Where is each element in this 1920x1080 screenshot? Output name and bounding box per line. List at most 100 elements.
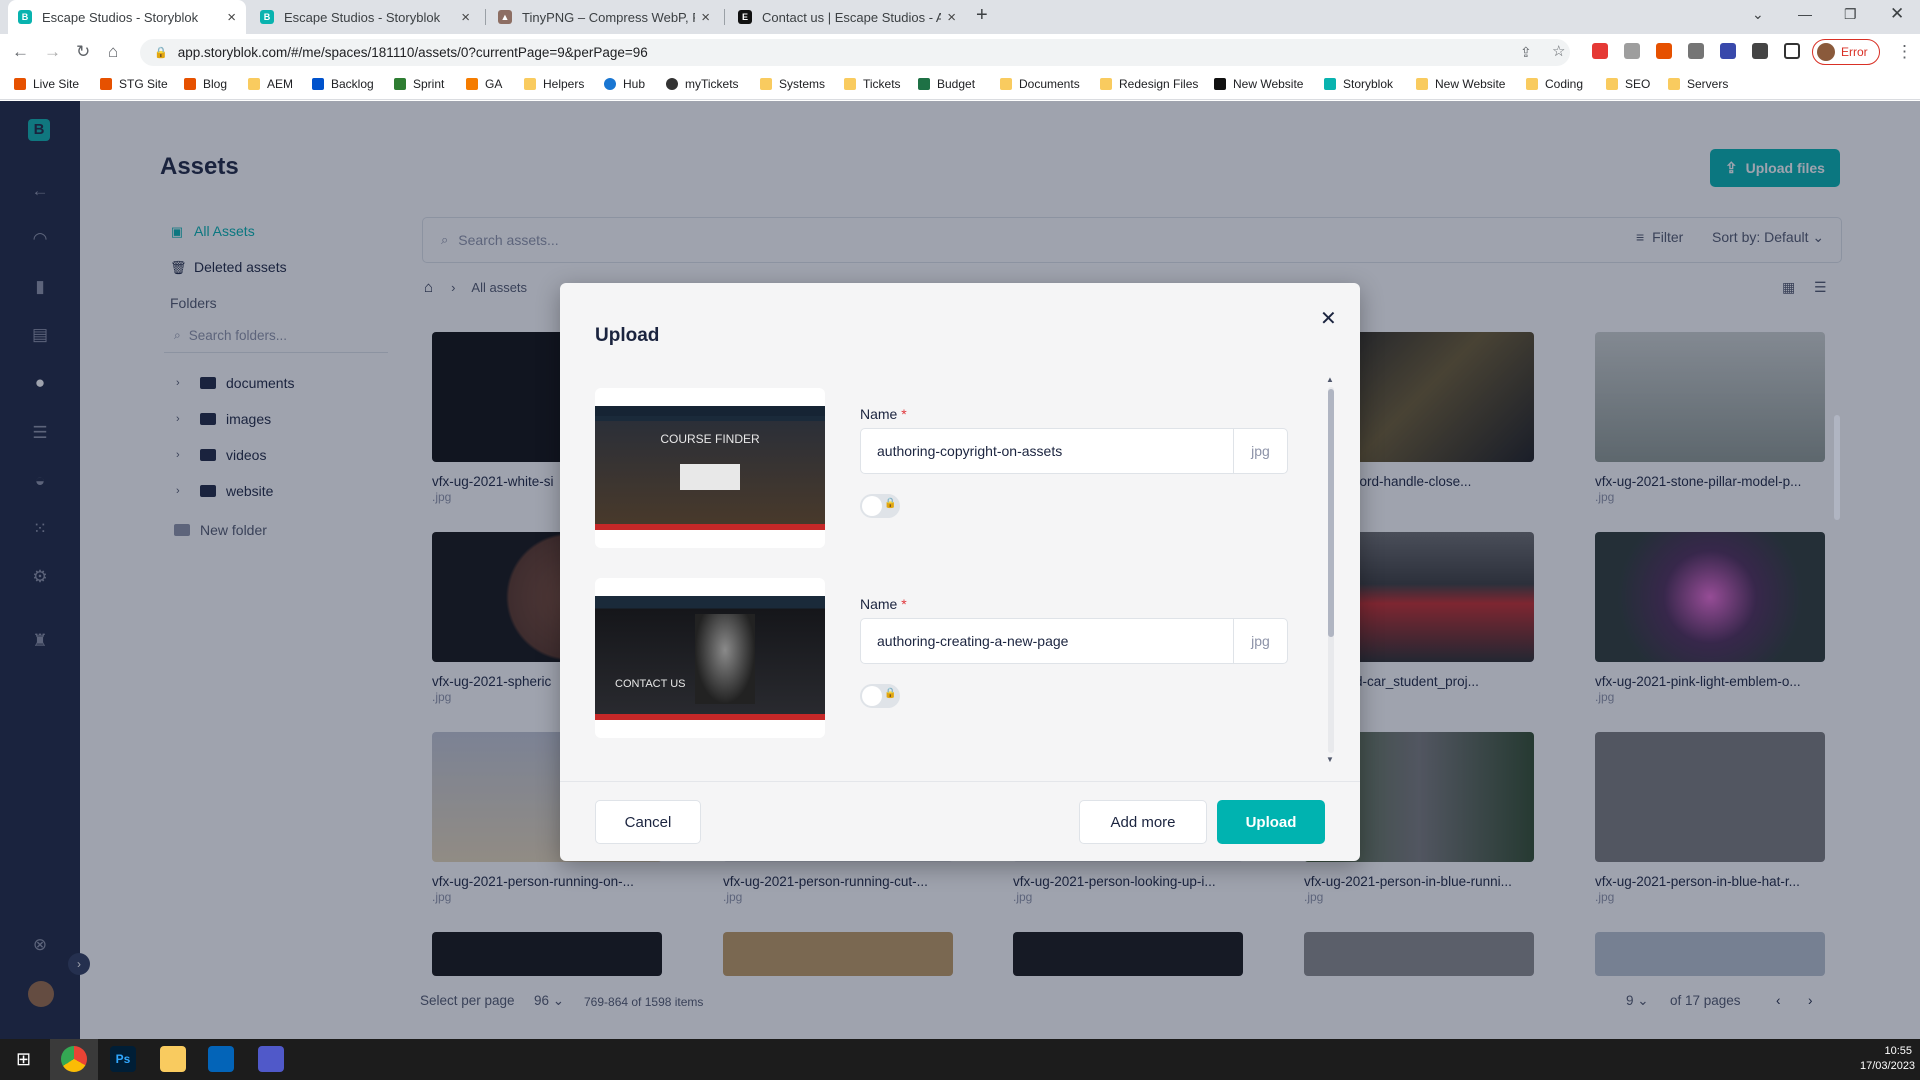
escape-favicon-icon: E <box>738 10 752 24</box>
taskbar: ⊞ Ps 10:55 17/03/2023 <box>0 1039 1920 1080</box>
tab-search-icon[interactable]: ⌄ <box>1752 6 1764 23</box>
browser-tab[interactable]: B Escape Studios - Storyblok × <box>8 0 246 34</box>
bookmark-folder[interactable]: Coding <box>1526 77 1583 91</box>
bookmark-folder[interactable]: Servers <box>1668 77 1728 91</box>
page-scrollbar[interactable] <box>1834 415 1840 520</box>
puzzle-extensions-icon[interactable] <box>1752 43 1768 59</box>
name-label: Name * <box>860 406 907 422</box>
bookmark-folder[interactable]: Tickets <box>844 77 901 91</box>
bookmark-folder[interactable]: Redesign Files <box>1100 77 1198 91</box>
bookmark[interactable]: GA <box>466 77 502 91</box>
reload-icon[interactable]: ↻ <box>76 42 90 62</box>
teams-icon[interactable] <box>258 1046 284 1072</box>
new-tab-button[interactable]: + <box>976 4 988 27</box>
lock-icon: 🔒 <box>884 498 897 509</box>
modal-scrollbar[interactable]: ▲ ▼ <box>1326 375 1336 765</box>
storyblok-favicon-icon: B <box>260 10 274 24</box>
preview-heading: COURSE FINDER <box>660 432 760 446</box>
upload-button[interactable]: Upload <box>1217 800 1325 844</box>
tinypng-favicon-icon: ▲ <box>498 10 512 24</box>
private-toggle[interactable]: 🔒 <box>860 684 900 708</box>
bookmark-star-icon[interactable]: ☆ <box>1552 42 1565 60</box>
cancel-button[interactable]: Cancel <box>595 800 701 844</box>
name-input[interactable]: authoring-creating-a-new-page jpg <box>860 618 1288 664</box>
file-extension: jpg <box>1233 429 1287 473</box>
add-more-button[interactable]: Add more <box>1079 800 1207 844</box>
camera-extension-icon[interactable] <box>1624 43 1640 59</box>
bookmark[interactable]: STG Site <box>100 77 168 91</box>
forward-icon[interactable]: → <box>44 42 61 62</box>
storyblok-favicon-icon: B <box>18 10 32 24</box>
extension-icon[interactable] <box>1592 43 1608 59</box>
scroll-down-icon: ▼ <box>1326 755 1334 764</box>
close-tab-icon[interactable]: × <box>227 9 236 26</box>
browser-tab[interactable]: ▲ TinyPNG – Compress WebP, PNG × <box>488 0 720 34</box>
outlook-icon[interactable] <box>208 1046 234 1072</box>
upload-item: COURSE FINDER Name * authoring-copyright… <box>595 388 1288 548</box>
menu-kebab-icon[interactable]: ⋮ <box>1896 42 1913 62</box>
lock-icon: 🔒 <box>884 688 897 699</box>
bookmark[interactable]: Blog <box>184 77 227 91</box>
restore-button[interactable]: ❐ <box>1844 6 1857 23</box>
upload-preview: CONTACT US <box>595 578 825 738</box>
profile-avatar <box>1817 43 1835 61</box>
bookmark-folder[interactable]: Systems <box>760 77 825 91</box>
preview-heading: CONTACT US <box>615 678 686 690</box>
file-extension: jpg <box>1233 619 1287 663</box>
chrome-taskbar-item[interactable] <box>50 1039 98 1080</box>
upload-preview: COURSE FINDER <box>595 388 825 548</box>
bookmark[interactable]: New Website <box>1214 77 1303 91</box>
bookmark[interactable]: myTickets <box>666 77 739 91</box>
browser-tab[interactable]: E Contact us | Escape Studios - An × <box>728 0 966 34</box>
side-panel-icon[interactable] <box>1784 43 1800 59</box>
profile-error-button[interactable]: Error <box>1812 39 1880 65</box>
close-tab-icon[interactable]: × <box>461 9 470 26</box>
share-icon[interactable]: ⇪ <box>1520 44 1532 61</box>
bookmark-folder[interactable]: SEO <box>1606 77 1650 91</box>
close-window-button[interactable]: ✕ <box>1890 4 1904 24</box>
home-icon[interactable]: ⌂ <box>108 42 118 62</box>
upload-modal: Upload ✕ COURSE FINDER Name * authoring-… <box>560 283 1360 861</box>
browser-toolbar: ← → ↻ ⌂ 🔒 app.storyblok.com/#/me/spaces/… <box>0 34 1920 70</box>
extension-icon[interactable] <box>1720 43 1736 59</box>
close-tab-icon[interactable]: × <box>701 9 710 26</box>
upload-item: CONTACT US Name * authoring-creating-a-n… <box>595 578 1288 738</box>
zoom-extension-icon[interactable] <box>1688 43 1704 59</box>
close-tab-icon[interactable]: × <box>947 9 956 26</box>
tab-title: Escape Studios - Storyblok <box>284 9 441 25</box>
bookmark[interactable]: Hub <box>604 77 645 91</box>
bookmark[interactable]: Storyblok <box>1324 77 1393 91</box>
bookmark[interactable]: Backlog <box>312 77 374 91</box>
system-clock[interactable]: 10:55 17/03/2023 <box>1860 1044 1915 1074</box>
screen: B Escape Studios - Storyblok × B Escape … <box>0 0 1920 1080</box>
bookmark[interactable]: Budget <box>918 77 975 91</box>
close-icon[interactable]: ✕ <box>1320 306 1337 331</box>
url-text: app.storyblok.com/#/me/spaces/181110/ass… <box>177 45 648 60</box>
bookmark-folder[interactable]: AEM <box>248 77 293 91</box>
file-explorer-icon[interactable] <box>160 1046 186 1072</box>
address-bar[interactable]: 🔒 app.storyblok.com/#/me/spaces/181110/a… <box>140 39 1570 66</box>
bookmark-folder[interactable]: Documents <box>1000 77 1080 91</box>
browser-tab-strip: B Escape Studios - Storyblok × B Escape … <box>0 0 1920 34</box>
lock-icon: 🔒 <box>154 47 168 59</box>
bookmark[interactable]: Sprint <box>394 77 444 91</box>
bookmark[interactable]: Live Site <box>14 77 79 91</box>
minimize-button[interactable]: — <box>1798 6 1812 22</box>
tab-title: Contact us | Escape Studios - An <box>762 9 942 25</box>
tab-title: Escape Studios - Storyblok <box>42 9 199 25</box>
back-icon[interactable]: ← <box>12 42 29 62</box>
name-label: Name * <box>860 596 907 612</box>
browser-tab[interactable]: B Escape Studios - Storyblok × <box>250 0 480 34</box>
tab-title: TinyPNG – Compress WebP, PNG <box>522 9 695 25</box>
bookmarks-bar: Live Site STG Site Blog AEM Backlog Spri… <box>0 70 1920 100</box>
scroll-up-icon: ▲ <box>1326 375 1334 384</box>
modal-title: Upload <box>595 325 660 346</box>
windows-start-icon[interactable]: ⊞ <box>16 1049 31 1070</box>
modal-footer: Cancel Add more Upload <box>560 781 1360 861</box>
bookmark-folder[interactable]: New Website <box>1416 77 1505 91</box>
name-input[interactable]: authoring-copyright-on-assets jpg <box>860 428 1288 474</box>
bookmark-folder[interactable]: Helpers <box>524 77 584 91</box>
photoshop-icon[interactable]: Ps <box>110 1046 136 1072</box>
extension-icon[interactable] <box>1656 43 1672 59</box>
private-toggle[interactable]: 🔒 <box>860 494 900 518</box>
